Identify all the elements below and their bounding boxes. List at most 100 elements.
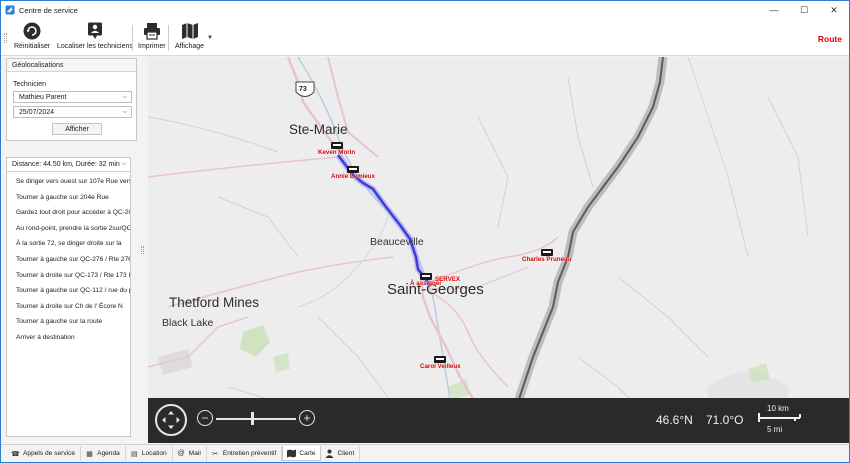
window-title: Centre de service	[19, 5, 78, 15]
truck-icon	[347, 166, 359, 173]
latitude-readout: 46.6°N	[656, 413, 693, 427]
direction-step[interactable]: Arriver à destination	[7, 330, 130, 346]
toolbar: Réinitialiser Localiser les techniciens …	[1, 19, 849, 56]
at-icon: @	[177, 450, 185, 457]
document-icon: ▤	[130, 450, 138, 458]
geolocation-panel: Géolocalisations Technicien Mathieu Pare…	[6, 58, 137, 438]
direction-step[interactable]: Tourner à gauche sur la route	[7, 314, 130, 330]
map-view[interactable]: 73 Ste-Marie Beauceville Saint-Georges T…	[148, 57, 849, 443]
place-beauceville: Beauceville	[370, 236, 424, 248]
direction-step[interactable]: Tourner à gauche sur 204e Rue	[7, 190, 130, 206]
tab-map[interactable]: Carte	[282, 446, 322, 461]
reset-button[interactable]: Réinitialiser	[14, 22, 50, 54]
zoom-slider[interactable]	[216, 418, 296, 420]
minimize-button[interactable]: —	[759, 1, 789, 19]
app-logo-icon	[5, 5, 15, 15]
chevron-down-icon: ⌵	[122, 93, 127, 100]
maximize-button[interactable]: ☐	[789, 1, 819, 19]
date-value: 25/07/2024	[19, 108, 55, 116]
chevron-down-icon: ⌵	[121, 161, 126, 167]
calendar-icon: ▦	[86, 450, 93, 458]
tab-preventive-maintenance[interactable]: ✂ Entretien préventif	[207, 446, 283, 461]
map-navigation-bar: − + 46.6°N 71.0°O 10 km 5 mi	[148, 398, 849, 443]
bottom-tab-bar: ☎ Appels de service ▦ Agenda ▤ Location …	[1, 444, 849, 462]
place-ste-marie: Ste-Marie	[289, 122, 348, 137]
tab-label: Location	[141, 450, 167, 457]
place-black-lake: Black Lake	[162, 317, 214, 329]
tab-label: Mail	[188, 450, 201, 457]
geolocation-section: Géolocalisations Technicien Mathieu Pare…	[6, 58, 137, 141]
truck-icon	[330, 142, 343, 149]
highway-number: 73	[299, 86, 307, 93]
direction-step[interactable]: Tourner à gauche sur QC-276 / Rte 276	[7, 252, 130, 268]
technician-marker[interactable]: Charles Pruneau	[522, 249, 571, 263]
marker-label: SERVEX	[435, 276, 460, 283]
direction-step[interactable]: Gardez tout droit pour accéder à QC-20	[7, 205, 130, 221]
phone-icon: ☎	[11, 450, 20, 458]
servex-marker[interactable]: SERVEX	[435, 271, 460, 283]
title-bar: Centre de service — ☐ ✕	[1, 1, 849, 19]
reset-label: Réinitialiser	[14, 43, 51, 50]
scale-km: 10 km	[767, 404, 789, 413]
direction-step[interactable]: Se diriger vers ouest sur 107e Rue vers	[7, 174, 130, 190]
tab-label: Appels de service	[23, 450, 76, 457]
panel-splitter[interactable]	[141, 246, 144, 254]
marker-label: Carol Veilleux	[420, 363, 461, 370]
direction-step[interactable]: Tourner à gauche sur QC-112 / rue du p	[7, 283, 130, 299]
direction-step[interactable]: À la sortie 72, se diriger droite sur la	[7, 236, 130, 252]
pan-arrows-icon	[162, 411, 180, 429]
longitude-readout: 71.0°O	[706, 413, 744, 427]
tab-label: Entretien préventif	[222, 450, 277, 457]
route-summary-select[interactable]: Distance: 44.50 km, Durée: 32 min ⌵	[7, 158, 130, 172]
locate-technicians-button[interactable]: Localiser les techniciens	[57, 22, 133, 54]
tab-label: Agenda	[97, 450, 120, 457]
view-dropdown-arrow-icon[interactable]: ▼	[207, 35, 213, 41]
print-button[interactable]: Imprimer	[138, 22, 166, 54]
printer-icon	[143, 22, 161, 40]
technician-value: Mathieu Parent	[19, 93, 67, 101]
tab-service-calls[interactable]: ☎ Appels de service	[7, 446, 82, 461]
marker-label: Annie Lemieux	[331, 173, 376, 180]
zoom-in-button[interactable]: +	[299, 410, 315, 426]
technician-marker[interactable]: Keven Morin	[318, 142, 355, 156]
tab-label: Client	[337, 450, 355, 457]
show-button[interactable]: Afficher	[52, 123, 102, 135]
map-base-layer	[148, 57, 809, 443]
scale-bar: 10 km 5 mi	[756, 404, 804, 436]
marker-label: Keven Morin	[318, 149, 356, 156]
person-icon	[325, 449, 334, 458]
place-thetford-mines: Thetford Mines	[169, 295, 260, 310]
direction-step[interactable]: Au rond-point, prendre la sortie 2surQC	[7, 221, 130, 237]
toolbar-separator	[132, 25, 133, 51]
technician-marker[interactable]: Carol Veilleux	[420, 356, 461, 370]
directions-panel: Distance: 44.50 km, Durée: 32 min ⌵ Se d…	[6, 157, 131, 437]
toolbar-separator	[168, 25, 169, 51]
person-pin-icon	[86, 22, 104, 40]
app-window: Centre de service — ☐ ✕ Réinitialiser Lo…	[0, 0, 850, 463]
close-button[interactable]: ✕	[819, 1, 849, 19]
tab-mail[interactable]: @ Mail	[173, 446, 207, 461]
technician-select[interactable]: Mathieu Parent ⌵	[13, 91, 132, 103]
scale-mi: 5 mi	[767, 425, 783, 434]
tools-icon: ✂	[212, 450, 219, 458]
technician-marker[interactable]: Annie Lemieux	[331, 166, 375, 180]
direction-step[interactable]: Tourner à droite sur QC-173 / Rte 173 I	[7, 268, 130, 284]
section-title: Géolocalisations	[7, 59, 136, 72]
toolbar-grip[interactable]	[4, 33, 7, 43]
tab-agenda[interactable]: ▦ Agenda	[81, 446, 126, 461]
direction-step[interactable]: Tourner à droite sur Ch de l' Écore N	[7, 299, 130, 315]
print-label: Imprimer	[138, 43, 166, 50]
view-label: Affichage	[175, 43, 205, 50]
zoom-slider-thumb[interactable]	[251, 412, 254, 425]
zoom-out-button[interactable]: −	[197, 410, 213, 426]
tab-location[interactable]: ▤ Location	[126, 446, 173, 461]
route-summary: Distance: 44.50 km, Durée: 32 min	[12, 161, 120, 168]
pan-control[interactable]	[155, 404, 187, 436]
tab-label: Carte	[299, 449, 316, 457]
date-picker[interactable]: 25/07/2024 ⌵	[13, 106, 132, 118]
truck-icon	[434, 356, 447, 363]
view-menu-button[interactable]: Affichage	[175, 22, 204, 54]
marker-label: Charles Pruneau	[522, 256, 572, 263]
refresh-icon	[23, 22, 41, 40]
tab-client[interactable]: Client	[321, 446, 361, 461]
